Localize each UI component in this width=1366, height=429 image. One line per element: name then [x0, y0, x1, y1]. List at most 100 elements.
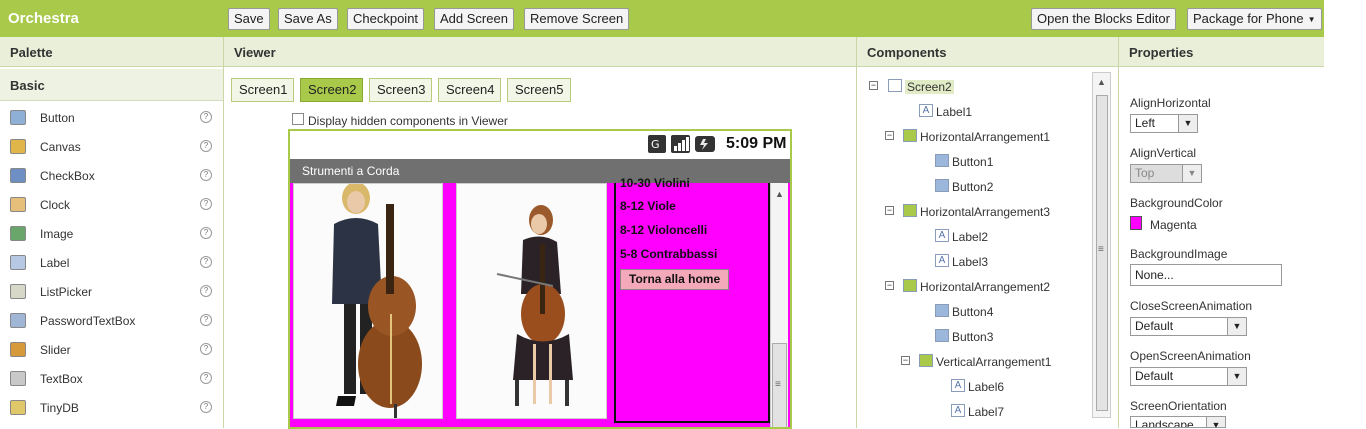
button-icon	[935, 329, 949, 342]
component-label1[interactable]: Label1	[936, 105, 972, 119]
palette-item-checkbox[interactable]: CheckBox?	[0, 162, 223, 191]
palette-item-canvas[interactable]: Canvas?	[0, 133, 223, 162]
add-screen-button[interactable]: Add Screen	[434, 8, 514, 30]
screen-icon	[888, 79, 902, 92]
label-cellos: 8-12 Violoncelli	[620, 223, 708, 237]
vertical-arrangement: 10-30 Violini 8-12 Viole 8-12 Violoncell…	[614, 176, 770, 423]
help-icon[interactable]: ?	[200, 372, 212, 384]
tab-screen1[interactable]: Screen1	[231, 78, 294, 102]
status-icons: G	[648, 135, 715, 153]
arrangement-icon	[903, 279, 917, 292]
collapse-toggle-icon[interactable]: −	[901, 356, 910, 365]
scroll-up-icon[interactable]: ▲	[775, 189, 784, 199]
palette-item-label: Image	[40, 227, 74, 241]
help-icon[interactable]: ?	[200, 285, 212, 297]
double-bass-player-image[interactable]	[293, 183, 443, 419]
listpicker-icon	[10, 284, 26, 299]
dropdown-arrow-icon: ▼	[1227, 368, 1246, 385]
display-hidden-checkbox[interactable]	[292, 113, 304, 125]
textbox-icon	[10, 371, 26, 386]
checkpoint-button[interactable]: Checkpoint	[347, 8, 425, 30]
scroll-up-icon[interactable]: ▲	[1097, 77, 1106, 87]
open-animation-value: Default	[1135, 369, 1174, 383]
open-blocks-editor-button[interactable]: Open the Blocks Editor	[1031, 8, 1176, 30]
home-button[interactable]: Torna alla home	[620, 269, 730, 290]
password-icon	[10, 313, 26, 328]
help-icon[interactable]: ?	[200, 256, 212, 268]
divider	[856, 37, 857, 428]
help-icon[interactable]: ?	[200, 198, 212, 210]
open-animation-select[interactable]: Default ▼	[1130, 367, 1247, 386]
package-for-phone-button[interactable]: Package for Phone ▼	[1187, 8, 1322, 30]
help-icon[interactable]: ?	[200, 140, 212, 152]
component-horizontalarrangement1[interactable]: HorizontalArrangement1	[920, 130, 1050, 144]
collapse-toggle-icon[interactable]: −	[885, 206, 894, 215]
cello-player-image[interactable]	[456, 183, 607, 419]
palette-item-tinydb[interactable]: TinyDB?	[0, 394, 223, 423]
component-verticalarrangement1[interactable]: VerticalArrangement1	[936, 355, 1051, 369]
palette-item-slider[interactable]: Slider?	[0, 336, 223, 365]
dropdown-arrow-icon: ▼	[1182, 165, 1201, 182]
component-button4[interactable]: Button4	[952, 305, 993, 319]
component-label7[interactable]: Label7	[968, 405, 1004, 419]
help-icon[interactable]: ?	[200, 227, 212, 239]
background-color-value[interactable]: Magenta	[1150, 218, 1197, 232]
orientation-select[interactable]: Landscape ▼	[1130, 416, 1226, 428]
tab-screen2[interactable]: Screen2	[300, 78, 363, 102]
svg-text:G: G	[651, 138, 660, 151]
help-icon[interactable]: ?	[200, 314, 212, 326]
grip-icon: ≡	[1098, 244, 1104, 255]
background-image-field[interactable]: None...	[1130, 264, 1282, 286]
tab-screen5[interactable]: Screen5	[507, 78, 571, 102]
palette-header: Palette	[0, 37, 223, 67]
prop-align-vertical-label: AlignVertical	[1130, 146, 1197, 160]
label-icon: A	[951, 379, 965, 392]
align-horizontal-value: Left	[1135, 116, 1156, 130]
double-bass-photo	[294, 184, 442, 418]
palette-item-clock[interactable]: Clock?	[0, 191, 223, 220]
component-button3[interactable]: Button3	[952, 330, 993, 344]
components-scroll-thumb[interactable]: ≡	[1096, 95, 1108, 411]
palette-item-button[interactable]: Button?	[0, 104, 223, 133]
help-icon[interactable]: ?	[200, 111, 212, 123]
component-horizontalarrangement3[interactable]: HorizontalArrangement3	[920, 205, 1050, 219]
tab-screen4[interactable]: Screen4	[438, 78, 501, 102]
palette-item-textbox[interactable]: TextBox?	[0, 365, 223, 394]
palette-item-label: Clock	[40, 198, 71, 212]
align-horizontal-select[interactable]: Left ▼	[1130, 114, 1198, 133]
remove-screen-button[interactable]: Remove Screen	[524, 8, 630, 30]
help-icon[interactable]: ?	[200, 343, 212, 355]
button-icon	[935, 304, 949, 317]
palette-section-basic[interactable]: Basic	[0, 69, 223, 101]
help-icon[interactable]: ?	[200, 169, 212, 181]
canvas-icon	[10, 139, 26, 154]
tab-screen3[interactable]: Screen3	[369, 78, 432, 102]
prop-open-animation-label: OpenScreenAnimation	[1130, 349, 1251, 363]
component-button1[interactable]: Button1	[952, 155, 993, 169]
palette-item-listpicker[interactable]: ListPicker?	[0, 278, 223, 307]
cello-photo	[457, 184, 606, 418]
arrangement-icon	[903, 129, 917, 142]
dropdown-arrow-icon: ▼	[1227, 318, 1246, 335]
save-button[interactable]: Save	[228, 8, 270, 30]
viewer-scrollbar[interactable]: ▲ ≡	[770, 183, 788, 427]
close-animation-select[interactable]: Default ▼	[1130, 317, 1247, 336]
palette-item-label[interactable]: Label?	[0, 249, 223, 278]
status-bar: G 5:09 PM	[290, 131, 790, 158]
collapse-toggle-icon[interactable]: −	[885, 131, 894, 140]
component-label3[interactable]: Label3	[952, 255, 988, 269]
collapse-toggle-icon[interactable]: −	[869, 81, 878, 90]
palette-item-image[interactable]: Image?	[0, 220, 223, 249]
color-swatch[interactable]	[1130, 216, 1142, 230]
help-icon[interactable]: ?	[200, 401, 212, 413]
align-vertical-select[interactable]: Top ▼	[1130, 164, 1202, 183]
top-bar: Orchestra Save Save As Checkpoint Add Sc…	[0, 0, 1324, 37]
component-horizontalarrangement2[interactable]: HorizontalArrangement2	[920, 280, 1050, 294]
component-label6[interactable]: Label6	[968, 380, 1004, 394]
component-screen2[interactable]: Screen2	[905, 80, 954, 94]
component-label2[interactable]: Label2	[952, 230, 988, 244]
collapse-toggle-icon[interactable]: −	[885, 281, 894, 290]
save-as-button[interactable]: Save As	[278, 8, 338, 30]
palette-item-passwordtextbox[interactable]: PasswordTextBox?	[0, 307, 223, 336]
component-button2[interactable]: Button2	[952, 180, 993, 194]
